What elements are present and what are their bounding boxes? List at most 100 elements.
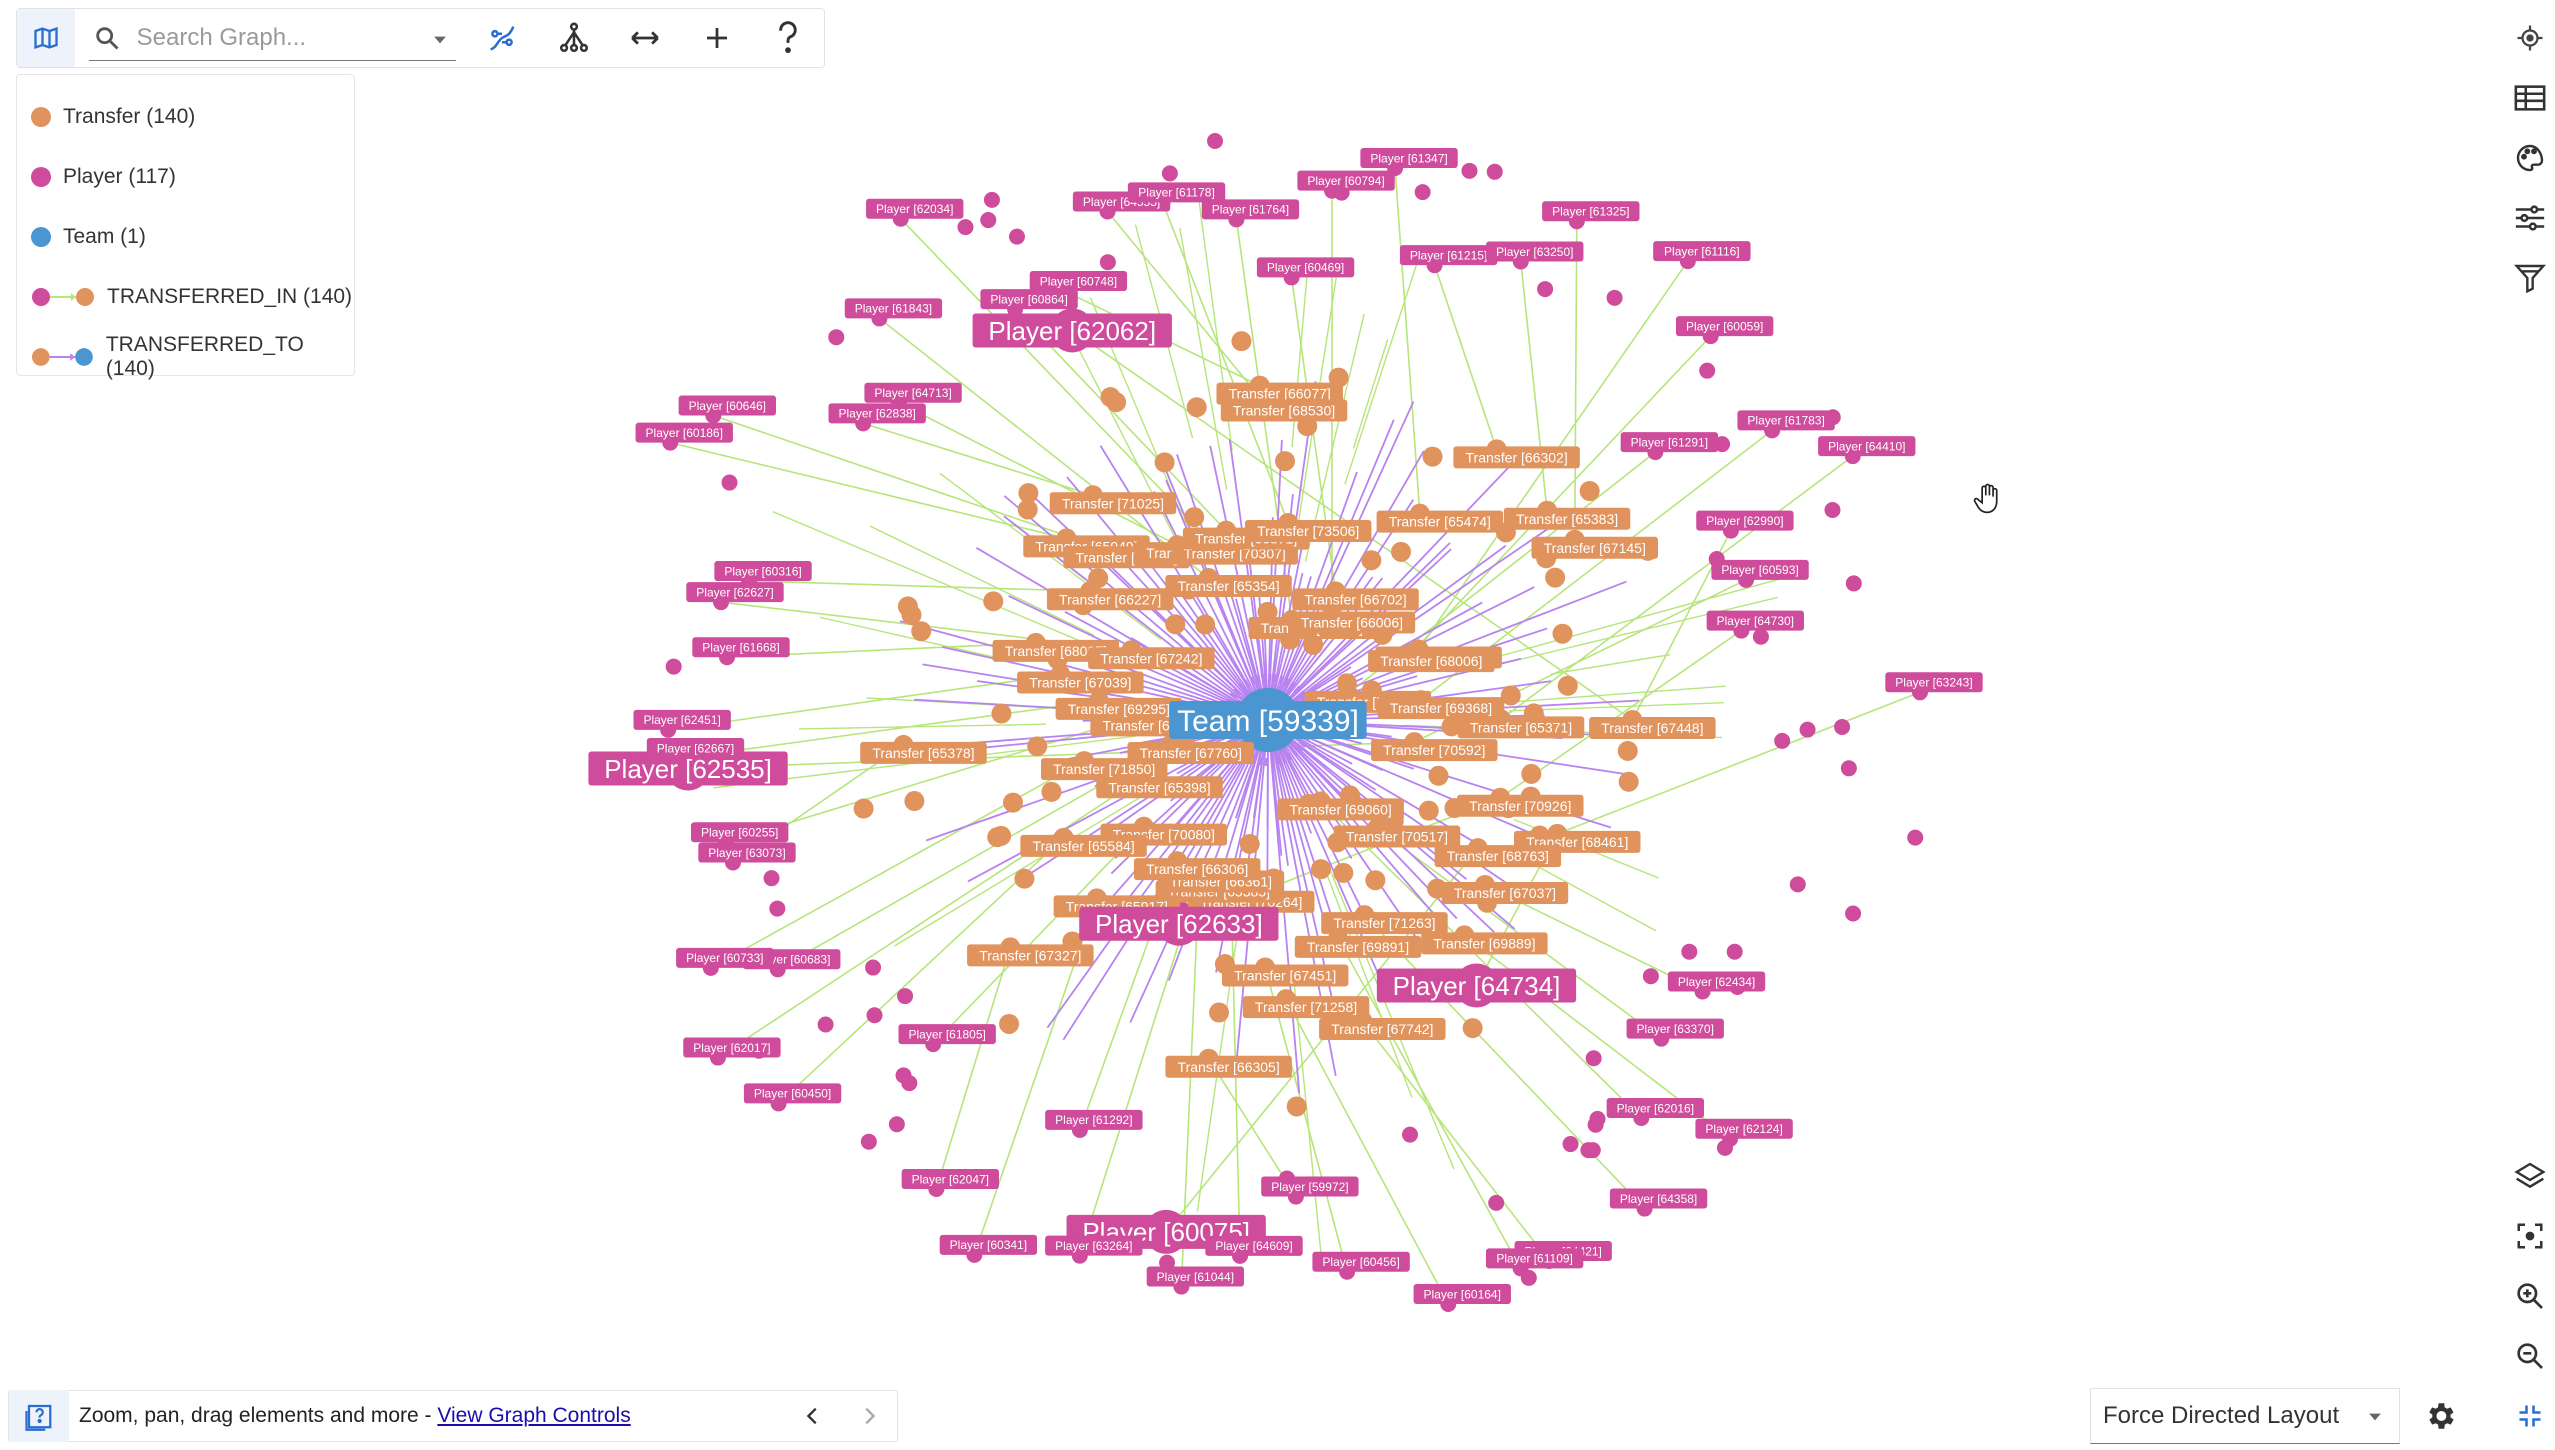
transferred-in-edge[interactable] [1500,455,1854,720]
legend-item-player[interactable]: Player (117) [17,147,354,207]
transfer-node[interactable] [1557,675,1578,696]
transfer-node[interactable] [1310,859,1331,880]
transfer-node[interactable] [1418,800,1439,821]
transfer-node[interactable] [991,825,1012,846]
transferred-in-edge[interactable] [713,414,1107,551]
graph-canvas[interactable]: Transfer [67448] Transfer [70592] Transfer… [0,0,2555,1450]
transfer-node[interactable] [1184,507,1205,528]
transfer-node[interactable] [904,791,925,812]
transferred-in-edge[interactable] [717,778,1140,1059]
player-node[interactable] [665,658,682,675]
player-node[interactable] [1681,943,1698,960]
transfer-node[interactable] [1017,499,1038,520]
player-node[interactable] [957,219,974,236]
transfer-node[interactable] [1428,765,1449,786]
add-button[interactable] [681,9,753,67]
search-input[interactable] [134,22,409,53]
player-node[interactable] [1834,718,1851,735]
player-node[interactable] [1606,289,1623,306]
transfer-node[interactable] [1391,541,1412,562]
transfer-node[interactable] [853,798,874,819]
locate-button[interactable] [2505,8,2555,68]
transfer-node[interactable] [1422,446,1443,467]
player-node[interactable] [1642,968,1659,985]
transferred-in-edge[interactable] [1519,261,1548,511]
player-node[interactable] [1161,165,1178,182]
transferred-in-edge[interactable] [1106,211,1265,403]
filter-button[interactable] [2505,248,2555,308]
search-box[interactable] [88,16,457,61]
fit-screen-button[interactable] [2505,1386,2555,1446]
next-hint-button[interactable] [841,1390,897,1442]
player-node[interactable] [1585,1050,1602,1067]
player-node[interactable] [1207,133,1224,150]
transfer-node[interactable] [1545,567,1566,588]
player-node[interactable] [1008,228,1025,245]
player-node[interactable] [1537,281,1554,298]
transfer-node[interactable] [1041,781,1062,802]
player-node[interactable] [1752,628,1769,645]
help-button[interactable] [752,9,824,67]
map-button[interactable] [17,9,75,67]
layers-button[interactable] [2505,1146,2555,1206]
transfer-node[interactable] [1088,568,1109,589]
player-node[interactable] [1488,1194,1505,1211]
transferred-in-edge[interactable] [1433,264,1498,450]
transfer-node[interactable] [1617,740,1638,761]
transfer-node[interactable] [1231,331,1252,352]
hierarchy-button[interactable] [538,9,610,67]
transfer-node[interactable] [1275,451,1296,472]
player-node[interactable] [763,870,780,887]
player-node[interactable] [1562,1136,1579,1153]
player-node[interactable] [1789,876,1806,893]
zoom-out-button[interactable] [2505,1326,2555,1386]
player-node[interactable] [1824,502,1841,519]
player-node[interactable] [1587,1116,1604,1133]
transfer-node[interactable] [901,604,922,625]
player-node[interactable] [888,1116,905,1133]
player-node[interactable] [1774,732,1791,749]
transfer-node[interactable] [1186,397,1207,418]
transfer-node[interactable] [1195,614,1216,635]
player-node[interactable] [1414,184,1431,201]
transfer-node[interactable] [1552,623,1573,644]
transferred-in-edge[interactable] [1556,691,1921,835]
transfer-node[interactable] [1154,452,1175,473]
transfer-node[interactable] [1239,833,1260,854]
palette-button[interactable] [2505,128,2555,188]
transfer-node[interactable] [1462,1018,1483,1039]
player-node[interactable] [828,329,845,346]
player-node[interactable] [897,988,914,1005]
expand-arrows-button[interactable] [609,9,681,67]
player-node[interactable] [980,212,997,229]
transferred-in-edge[interactable] [1394,167,1421,514]
table-button[interactable] [2505,68,2555,128]
previous-hint-button[interactable] [785,1390,841,1442]
player-node[interactable] [817,1016,834,1033]
player-node[interactable] [1845,575,1862,592]
player-node[interactable] [901,1075,918,1092]
transfer-node[interactable] [1014,868,1035,889]
layout-select[interactable]: Force Directed Layout [2090,1388,2400,1444]
player-node[interactable] [1099,254,1116,271]
player-node[interactable] [1845,905,1862,922]
legend-item-team[interactable]: Team (1) [17,207,354,267]
transferred-in-edge[interactable] [1573,221,1578,540]
transfer-node[interactable] [991,703,1012,724]
player-node[interactable] [866,1007,883,1024]
transferred-in-edge[interactable] [1550,653,1671,675]
transfer-node[interactable] [1003,792,1024,813]
transfer-node[interactable] [1579,481,1600,502]
transferred-in-edge[interactable] [749,580,1091,593]
player-node[interactable] [1799,721,1816,738]
zoom-in-button[interactable] [2505,1266,2555,1326]
player-node[interactable] [1580,1142,1597,1159]
transferred-in-edge[interactable] [1361,1020,1550,1262]
player-node[interactable] [1461,162,1478,179]
transferred-in-edge[interactable] [935,947,1012,1190]
player-node[interactable] [1840,760,1857,777]
player-node[interactable] [1726,943,1743,960]
legend-item-transfer[interactable]: Transfer (140) [17,87,354,147]
transfer-node[interactable] [1521,763,1542,784]
transfer-node[interactable] [1333,862,1354,883]
